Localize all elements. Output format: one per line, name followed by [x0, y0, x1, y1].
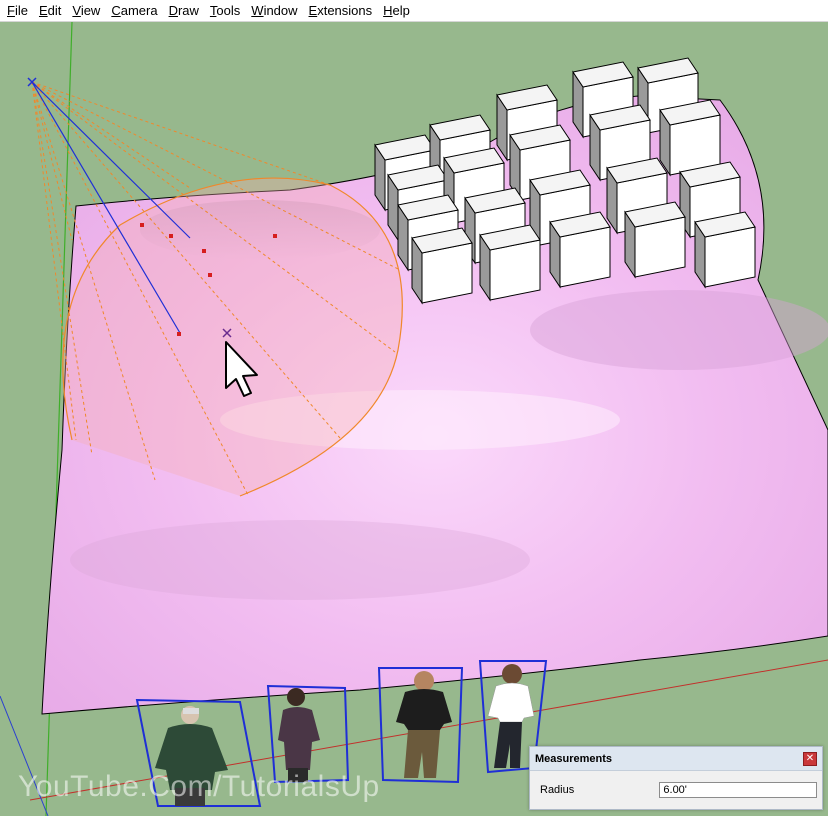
cube[interactable]	[549, 211, 611, 289]
menu-help[interactable]: Help	[378, 0, 416, 22]
menu-edit[interactable]: Edit	[34, 0, 67, 22]
cube[interactable]	[624, 201, 686, 279]
watermark-text: YouTube.Com/TutorialsUp	[18, 770, 380, 803]
measurements-title-bar: Measurements ✕	[530, 747, 822, 771]
measurement-label: Radius	[540, 784, 575, 796]
measurements-panel: Measurements ✕ Radius	[529, 746, 823, 810]
cube[interactable]	[694, 211, 756, 289]
menu-view[interactable]: View	[67, 0, 106, 22]
menu-window[interactable]: Window	[246, 0, 303, 22]
menu-file[interactable]: File	[2, 0, 34, 22]
menu-draw[interactable]: Draw	[164, 0, 205, 22]
cube[interactable]	[479, 224, 541, 302]
close-icon[interactable]: ✕	[803, 751, 817, 766]
measurement-value-input[interactable]	[659, 782, 817, 798]
menu-bar: File Edit View Camera Draw Tools Window …	[0, 0, 828, 22]
measurements-title: Measurements	[535, 752, 613, 765]
cube-group	[374, 57, 756, 305]
menu-extensions[interactable]: Extensions	[304, 0, 379, 22]
cube[interactable]	[659, 99, 721, 177]
3d-viewport[interactable]	[0, 22, 828, 816]
menu-tools[interactable]: Tools	[205, 0, 246, 22]
cube[interactable]	[411, 227, 473, 305]
menu-camera[interactable]: Camera	[106, 0, 163, 22]
measurements-row: Radius	[530, 771, 822, 809]
person-figure-2	[266, 684, 350, 784]
